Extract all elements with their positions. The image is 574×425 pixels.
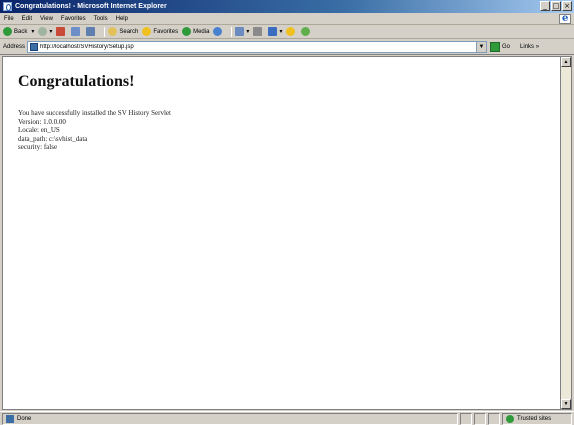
close-button[interactable]: × xyxy=(562,1,572,11)
title-bar[interactable]: Congratulations! - Microsoft Internet Ex… xyxy=(0,0,574,13)
address-bar: Address http://localhost/SVHistory/Setup… xyxy=(0,39,574,55)
home-button[interactable] xyxy=(86,27,97,36)
go-button[interactable]: Go xyxy=(490,41,511,52)
edit-button[interactable]: ▾ xyxy=(268,27,282,36)
window-title: Congratulations! - Microsoft Internet Ex… xyxy=(15,3,167,10)
forward-arrow-icon xyxy=(38,27,48,36)
mail-button[interactable]: ▾ xyxy=(235,27,249,36)
zone-text: Trusted sites xyxy=(517,415,552,422)
address-url[interactable]: http://localhost/SVHistory/Setup.jsp xyxy=(40,44,134,50)
page-icon xyxy=(30,42,39,51)
favorites-button[interactable]: Favorites xyxy=(142,27,178,36)
forward-button[interactable]: ▾ xyxy=(38,27,52,36)
status-bar: Done Trusted sites xyxy=(0,411,574,425)
back-button[interactable]: Back xyxy=(3,27,27,36)
back-dropdown-button[interactable]: ▾ xyxy=(31,28,34,35)
menu-edit[interactable]: Edit xyxy=(22,16,32,22)
search-button[interactable]: Search xyxy=(108,27,138,36)
home-icon xyxy=(86,27,96,36)
address-label: Address xyxy=(3,43,26,50)
go-label: Go xyxy=(502,43,511,50)
menu-file[interactable]: File xyxy=(4,16,14,22)
vertical-scrollbar[interactable]: ▲ ▼ xyxy=(560,56,572,410)
favorites-star-icon xyxy=(142,27,152,36)
status-pane xyxy=(488,412,500,425)
scroll-up-button[interactable]: ▲ xyxy=(561,57,571,67)
trusted-zone-icon xyxy=(506,414,514,423)
mail-icon xyxy=(235,27,245,36)
scroll-down-button[interactable]: ▼ xyxy=(561,399,571,409)
messenger-button[interactable] xyxy=(301,27,312,36)
menu-tools[interactable]: Tools xyxy=(94,16,108,22)
back-arrow-icon xyxy=(3,27,12,36)
discuss-button[interactable] xyxy=(286,27,297,36)
status-text: Done xyxy=(17,415,32,422)
menu-help[interactable]: Help xyxy=(116,16,128,22)
security-zone[interactable]: Trusted sites xyxy=(502,412,572,425)
status-pane xyxy=(460,412,472,425)
history-button[interactable] xyxy=(213,27,224,36)
menu-favorites[interactable]: Favorites xyxy=(61,16,86,22)
links-button[interactable]: Links » xyxy=(520,44,539,50)
page-heading: Congratulations! xyxy=(18,73,135,90)
print-icon xyxy=(253,27,263,36)
stop-icon xyxy=(56,27,66,36)
print-button[interactable] xyxy=(253,27,264,36)
standard-toolbar: Back ▾ ▾ Search Favorites Media ▾ ▾ xyxy=(0,25,574,39)
status-pane xyxy=(474,412,486,425)
go-arrow-icon xyxy=(490,41,501,52)
minimize-button[interactable]: _ xyxy=(540,1,550,11)
messenger-icon xyxy=(301,27,311,36)
favorites-label: Favorites xyxy=(153,28,179,35)
back-label: Back xyxy=(14,28,28,35)
search-icon xyxy=(108,27,118,36)
window-controls: _ □ × xyxy=(540,1,572,11)
search-label: Search xyxy=(119,28,139,35)
menu-view[interactable]: View xyxy=(40,16,53,22)
media-label: Media xyxy=(193,28,210,35)
install-message: You have successfully installed the SV H… xyxy=(18,109,171,117)
data-path-line: data_path: c:\svhist_data xyxy=(18,134,88,143)
address-input[interactable]: http://localhost/SVHistory/Setup.jsp ▼ xyxy=(27,40,488,53)
menu-bar: File Edit View Favorites Tools Help xyxy=(0,13,574,25)
history-icon xyxy=(213,27,223,36)
media-button[interactable]: Media xyxy=(182,27,209,36)
page-content: Congratulations! You have successfully i… xyxy=(18,73,171,152)
toolbar-separator xyxy=(231,26,233,37)
refresh-icon xyxy=(71,27,81,36)
stop-button[interactable] xyxy=(56,27,67,36)
address-dropdown-button[interactable]: ▼ xyxy=(476,41,487,52)
maximize-button[interactable]: □ xyxy=(551,1,561,11)
security-line: security: false xyxy=(18,143,58,151)
version-line: Version: 1.0.0.00 xyxy=(18,117,66,126)
locale-line: Locale: en_US xyxy=(18,126,60,134)
discuss-icon xyxy=(286,27,296,36)
page-done-icon xyxy=(6,414,14,423)
ie-logo-icon xyxy=(559,13,571,24)
edit-icon xyxy=(268,27,278,36)
toolbar-separator xyxy=(104,26,106,37)
refresh-button[interactable] xyxy=(71,27,82,36)
page-viewport[interactable]: Congratulations! You have successfully i… xyxy=(2,56,560,410)
media-icon xyxy=(182,27,192,36)
ie-page-icon[interactable] xyxy=(3,2,12,11)
status-main-pane: Done xyxy=(2,412,458,425)
